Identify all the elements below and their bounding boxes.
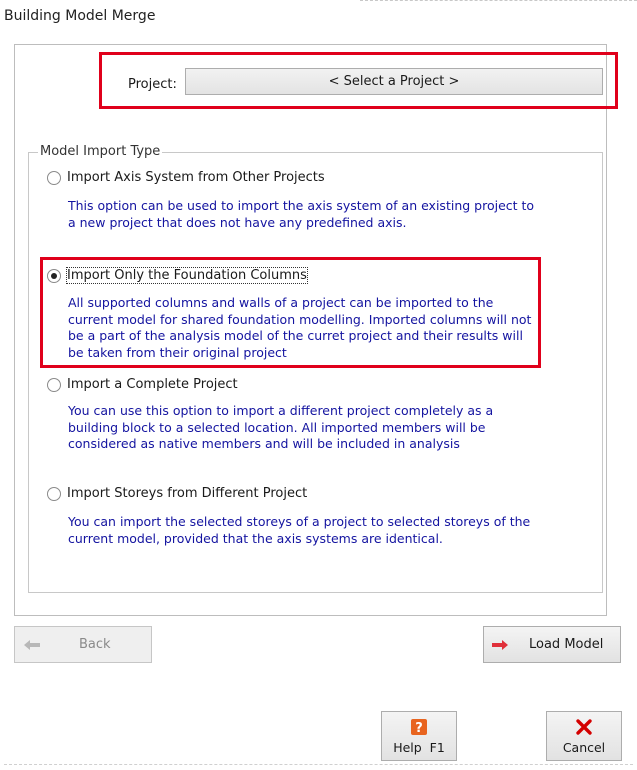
project-label: Project:: [128, 77, 177, 92]
import-type-group-title: Model Import Type: [38, 144, 163, 159]
right-arrow-icon: [491, 639, 509, 651]
window-title: Building Model Merge: [4, 8, 156, 24]
option-desc-import-foundation: All supported columns and walls of a pro…: [68, 295, 532, 360]
help-button[interactable]: ? Help F1: [381, 711, 457, 761]
title-divider: [360, 0, 637, 2]
back-button-label: Back: [79, 637, 111, 652]
left-arrow-icon: [23, 639, 41, 651]
radio-import-storeys[interactable]: [47, 487, 61, 501]
option-label-import-foundation[interactable]: Import Only the Foundation Columns: [66, 267, 308, 284]
select-project-button[interactable]: < Select a Project >: [185, 68, 603, 95]
cancel-button-label: Cancel: [562, 739, 606, 755]
radio-selected-dot: [51, 273, 57, 279]
radio-import-complete[interactable]: [47, 378, 61, 392]
load-model-label: Load Model: [529, 637, 604, 652]
option-label-import-storeys[interactable]: Import Storeys from Different Project: [67, 486, 307, 501]
help-question-icon: ?: [410, 718, 428, 736]
bottom-divider: [4, 764, 633, 766]
help-button-label: Help F1: [393, 739, 445, 755]
option-desc-import-storeys: You can import the selected storeys of a…: [68, 514, 531, 546]
red-x-icon: [575, 718, 593, 736]
option-desc-import-complete: You can use this option to import a diff…: [68, 403, 494, 451]
radio-import-foundation[interactable]: [47, 269, 61, 283]
option-label-import-complete[interactable]: Import a Complete Project: [67, 377, 238, 392]
back-button[interactable]: Back: [14, 626, 152, 663]
radio-import-axis[interactable]: [47, 171, 61, 185]
svg-text:?: ?: [415, 721, 423, 736]
load-model-button[interactable]: Load Model: [483, 626, 621, 663]
option-desc-import-axis: This option can be used to import the ax…: [68, 198, 535, 230]
cancel-button[interactable]: Cancel: [546, 711, 622, 761]
option-label-import-axis[interactable]: Import Axis System from Other Projects: [67, 170, 325, 185]
